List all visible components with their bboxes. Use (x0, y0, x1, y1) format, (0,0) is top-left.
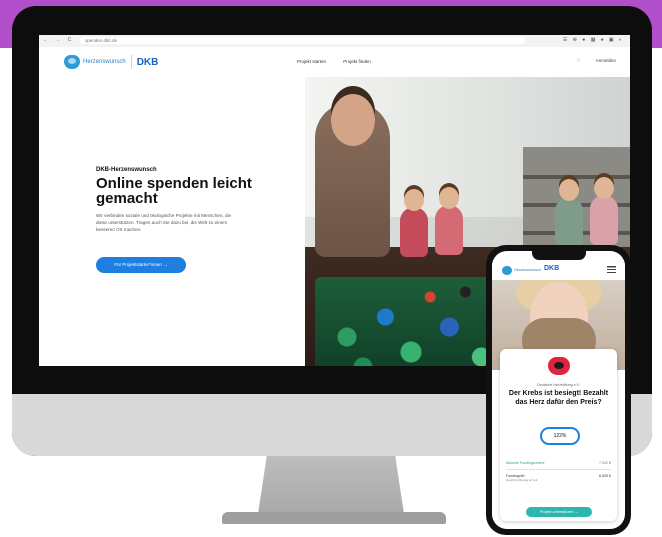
address-bar[interactable]: spenden.dkb.de (79, 37, 525, 44)
heart-logo-icon (64, 55, 80, 69)
current-funding-value: 7.532 € (599, 461, 611, 465)
current-funding-row: Aktuelle Fundingsumme 7.532 € (506, 461, 611, 465)
hamburger-menu-icon[interactable] (607, 266, 616, 273)
phone-screen: Herzenswunsch DKB Deutsche Herzstiftung … (492, 251, 625, 529)
funding-percent-badge: 122% (540, 427, 580, 445)
site-logo[interactable]: Herzenswunsch DKB (64, 54, 158, 70)
heart-badge-icon (548, 357, 570, 375)
favorites-icon[interactable]: ♡ (576, 58, 580, 63)
organization-label: Deutsche Herzstiftung e.V. (537, 383, 580, 387)
main-nav: Projekt starten Projekt finden (297, 59, 387, 64)
photo-child (435, 187, 463, 255)
nav-project-find[interactable]: Projekt finden (343, 59, 371, 64)
phone-notch (532, 251, 586, 260)
logo-divider (130, 55, 132, 69)
photo-child (590, 177, 618, 245)
organization-badge (548, 357, 570, 377)
hero-headline: Online spenden leicht gemacht (96, 175, 252, 207)
project-starter-button[interactable]: Für Projektstarter*innen → (96, 257, 186, 273)
phone-header: Herzenswunsch DKB (492, 260, 625, 280)
photo-child (555, 179, 583, 247)
phone-logo-brand: DKB (544, 265, 560, 272)
header-actions: ♡ Anmelden (562, 58, 616, 64)
hero-description: Wir verbinden soziale und ökologische Pr… (96, 213, 232, 232)
funding-goal-row: Fundingziel Restliche Betrag ist zeit. 6… (506, 474, 611, 482)
funding-goal-subtext: Restliche Betrag ist zeit. (506, 478, 539, 482)
nav-project-start[interactable]: Projekt starten (297, 59, 326, 64)
row-divider (506, 469, 611, 470)
project-title: Der Krebs ist besiegt! Bezahlt das Herz … (508, 390, 609, 406)
funding-goal-value: 6.000 € (599, 474, 611, 478)
project-card: Deutsche Herzstiftung e.V. Der Krebs ist… (500, 349, 617, 521)
logo-brand: DKB (136, 56, 159, 68)
monitor-stand-base (222, 512, 446, 524)
support-project-button[interactable]: Projekt unterstützen → (526, 507, 592, 517)
login-link[interactable]: Anmelden (596, 58, 616, 63)
photo-man (315, 94, 390, 257)
smartphone: Herzenswunsch DKB Deutsche Herzstiftung … (486, 245, 631, 535)
site-header: Herzenswunsch DKB Projekt starten Projek… (39, 47, 630, 77)
logo-text: Herzenswunsch (83, 59, 126, 65)
heart-logo-icon (502, 266, 512, 275)
photo-child (400, 189, 428, 257)
hero-content: DKB-Herzenswunsch Online spenden leicht … (96, 167, 266, 233)
monitor-stand-neck (258, 456, 404, 514)
current-funding-label: Aktuelle Fundingsumme (506, 461, 545, 465)
phone-logo-text: Herzenswunsch (514, 268, 542, 272)
extension-icons[interactable]: ☰ ⊕ ● ▦ ♠ ▣ ◐ (563, 37, 624, 43)
hero-eyebrow: DKB-Herzenswunsch (96, 167, 157, 173)
